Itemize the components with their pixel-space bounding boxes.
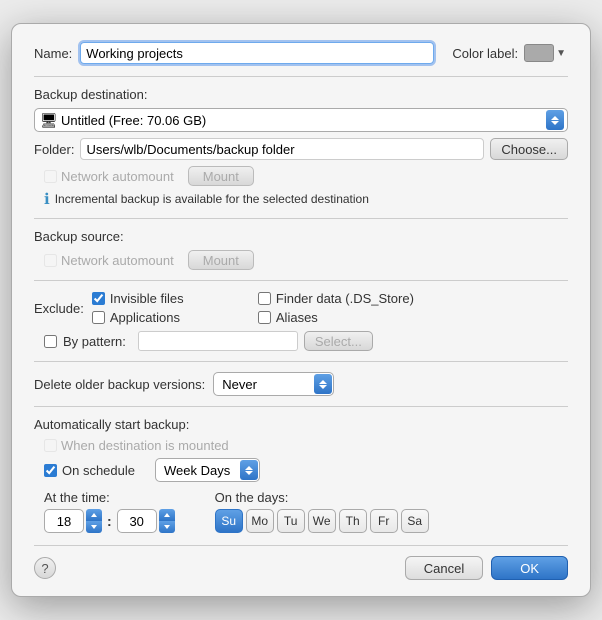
info-text: Incremental backup is available for the …	[55, 192, 369, 206]
btn-group: Cancel OK	[405, 556, 568, 580]
day-tu-button[interactable]: Tu	[277, 509, 305, 533]
day-mo-button[interactable]: Mo	[246, 509, 274, 533]
hour-steppers	[86, 509, 102, 533]
folder-input[interactable]	[80, 138, 484, 160]
exclude-applications-label: Applications	[110, 310, 180, 325]
exclude-label: Exclude:	[34, 301, 84, 316]
exclude-invisible-label: Invisible files	[110, 291, 184, 306]
pattern-row: By pattern: Select...	[44, 331, 568, 351]
exclude-aliases-checkbox[interactable]	[258, 311, 271, 324]
network-automount-label-source: Network automount	[61, 253, 174, 268]
exclude-finder-row: Finder data (.DS_Store)	[258, 291, 414, 306]
color-label-row: Color label: ▼	[452, 44, 568, 62]
bottom-bar: ? Cancel OK	[34, 545, 568, 580]
network-automount-label-dest: Network automount	[61, 169, 174, 184]
day-fr-button[interactable]: Fr	[370, 509, 398, 533]
exclude-applications-row: Applications	[92, 310, 248, 325]
backup-dest-label: Backup destination:	[34, 87, 568, 102]
minute-steppers	[159, 509, 175, 533]
day-th-button[interactable]: Th	[339, 509, 367, 533]
info-row: ℹ Incremental backup is available for th…	[44, 190, 568, 208]
folder-label: Folder:	[34, 142, 74, 157]
on-schedule-checkbox[interactable]	[44, 464, 57, 477]
color-dropdown-button[interactable]: ▼	[554, 48, 568, 59]
time-col: At the time: :	[44, 490, 175, 533]
backup-source-section: Backup source: Network automount Mount	[34, 229, 568, 270]
name-row: Name: Color label: ▼	[34, 42, 568, 64]
exclude-aliases-label: Aliases	[276, 310, 318, 325]
delete-label: Delete older backup versions:	[34, 377, 205, 392]
cancel-button[interactable]: Cancel	[405, 556, 483, 580]
color-swatch[interactable]	[524, 44, 554, 62]
network-automount-checkbox-dest	[44, 170, 57, 183]
name-label: Name:	[34, 46, 72, 61]
dest-select-wrapper: 🖥 Untitled (Free: 70.06 GB)	[34, 108, 568, 132]
minute-up-button[interactable]	[159, 509, 175, 521]
on-schedule-label: On schedule	[62, 463, 135, 478]
delete-row: Delete older backup versions: Never Afte…	[34, 372, 568, 396]
divider-2	[34, 218, 568, 219]
exclude-invisible-checkbox[interactable]	[92, 292, 105, 305]
hour-down-button[interactable]	[86, 521, 102, 533]
backup-source-label: Backup source:	[34, 229, 568, 244]
days-col: On the days: Su Mo Tu We Th Fr Sa	[215, 490, 429, 533]
time-days-row: At the time: : On the days:	[44, 490, 568, 533]
mount-button-source: Mount	[188, 250, 254, 270]
week-select-wrap: Week Days All Days Weekends	[155, 458, 260, 482]
choose-button[interactable]: Choose...	[490, 138, 568, 160]
help-button[interactable]: ?	[34, 557, 56, 579]
divider-5	[34, 406, 568, 407]
on-days-label: On the days:	[215, 490, 429, 505]
at-time-label: At the time:	[44, 490, 175, 505]
when-mounted-row: When destination is mounted	[44, 438, 568, 453]
schedule-row: On schedule Week Days All Days Weekends	[44, 458, 568, 482]
exclude-section: Exclude: Invisible files Finder data (.D…	[34, 291, 568, 351]
time-separator: :	[107, 513, 112, 529]
day-we-button[interactable]: We	[308, 509, 336, 533]
backup-dest-section: Backup destination: 🖥 Untitled (Free: 70…	[34, 87, 568, 208]
exclude-grid: Invisible files Finder data (.DS_Store) …	[92, 291, 414, 325]
minute-input[interactable]	[117, 509, 157, 533]
auto-backup-section: Automatically start backup: When destina…	[34, 417, 568, 533]
when-mounted-checkbox	[44, 439, 57, 452]
folder-row: Folder: Choose...	[34, 138, 568, 160]
week-select[interactable]: Week Days All Days Weekends	[155, 458, 260, 482]
time-inputs: :	[44, 509, 175, 533]
dest-select[interactable]: Untitled (Free: 70.06 GB)	[34, 108, 568, 132]
days-buttons: Su Mo Tu We Th Fr Sa	[215, 509, 429, 533]
divider-3	[34, 280, 568, 281]
automount-row-source: Network automount Mount	[44, 250, 568, 270]
day-su-button[interactable]: Su	[215, 509, 243, 533]
exclude-aliases-row: Aliases	[258, 310, 414, 325]
hour-up-button[interactable]	[86, 509, 102, 521]
never-select-wrap: Never After 1 month After 3 months After…	[213, 372, 334, 396]
dialog: Name: Color label: ▼ Backup destination:…	[11, 23, 591, 597]
minute-down-button[interactable]	[159, 521, 175, 533]
exclude-invisible-row: Invisible files	[92, 291, 248, 306]
auto-backup-label: Automatically start backup:	[34, 417, 568, 432]
select-button: Select...	[304, 331, 373, 351]
dest-dropdown-row: 🖥 Untitled (Free: 70.06 GB)	[34, 108, 568, 132]
mount-button-dest: Mount	[188, 166, 254, 186]
by-pattern-checkbox[interactable]	[44, 335, 57, 348]
automount-row-dest: Network automount Mount	[44, 166, 568, 186]
when-mounted-label: When destination is mounted	[61, 438, 229, 453]
never-select[interactable]: Never After 1 month After 3 months After…	[213, 372, 334, 396]
divider-4	[34, 361, 568, 362]
by-pattern-label: By pattern:	[63, 334, 126, 349]
exclude-finder-label: Finder data (.DS_Store)	[276, 291, 414, 306]
hour-input[interactable]	[44, 509, 84, 533]
name-input[interactable]	[80, 42, 434, 64]
exclude-applications-checkbox[interactable]	[92, 311, 105, 324]
network-automount-checkbox-source	[44, 254, 57, 267]
divider-1	[34, 76, 568, 77]
ok-button[interactable]: OK	[491, 556, 568, 580]
info-icon: ℹ	[44, 190, 50, 208]
exclude-finder-checkbox[interactable]	[258, 292, 271, 305]
color-label-text: Color label:	[452, 46, 518, 61]
pattern-input[interactable]	[138, 331, 298, 351]
day-sa-button[interactable]: Sa	[401, 509, 429, 533]
